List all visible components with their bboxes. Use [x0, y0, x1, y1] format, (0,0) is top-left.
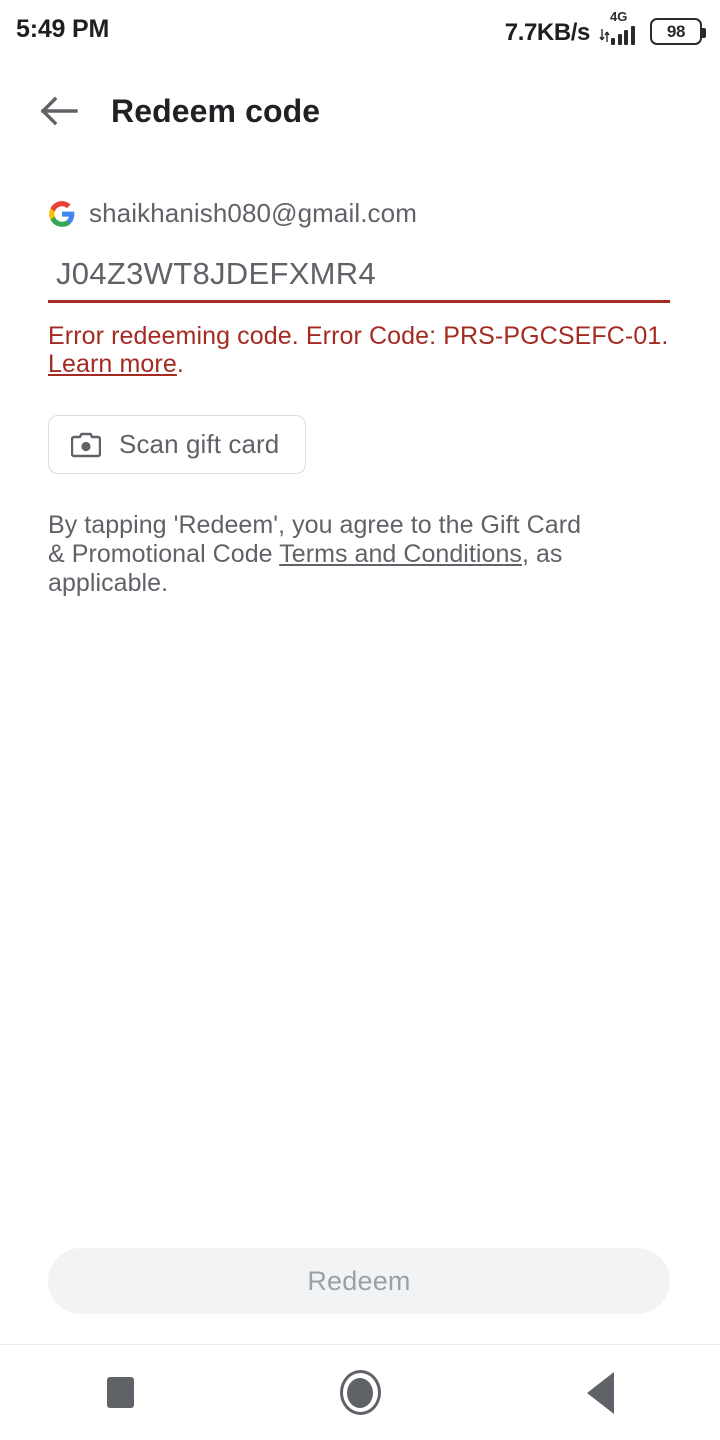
- square-recents-icon: [106, 1377, 134, 1408]
- terms-disclaimer: By tapping 'Redeem', you agree to the Gi…: [48, 511, 604, 598]
- scan-gift-card-label: Scan gift card: [119, 429, 280, 459]
- home-button[interactable]: [240, 1345, 480, 1440]
- status-icons: 7.7KB/s 4G 98: [504, 9, 706, 46]
- input-underline: [48, 300, 670, 303]
- error-trailing-period: .: [176, 350, 184, 378]
- redeem-code-field: [48, 256, 670, 303]
- signal-bars-icon: 4G: [599, 9, 641, 45]
- back-button[interactable]: [28, 80, 90, 142]
- network-speed: 7.7KB/s: [504, 19, 591, 46]
- scan-gift-card-button[interactable]: Scan gift card: [48, 415, 307, 474]
- battery-level-label: 98: [666, 22, 686, 41]
- page-title: Redeem code: [111, 92, 321, 129]
- recents-button[interactable]: [0, 1345, 240, 1440]
- app-screen: 5:49 PM 7.7KB/s 4G 98 Redeem code shaikh…: [0, 0, 720, 1440]
- redeem-code-input[interactable]: [48, 256, 670, 300]
- network-type-label: 4G: [610, 9, 628, 24]
- camera-icon: [71, 432, 101, 457]
- battery-icon: 98: [650, 18, 706, 45]
- learn-more-link[interactable]: Learn more: [48, 350, 177, 378]
- status-bar: 5:49 PM 7.7KB/s 4G 98: [0, 0, 720, 58]
- circle-home-icon: [339, 1370, 381, 1415]
- terms-and-conditions-link[interactable]: Terms and Conditions: [279, 540, 522, 568]
- account-email: shaikhanish080@gmail.com: [89, 198, 417, 228]
- signal-strength-bars: [611, 26, 635, 45]
- account-row: shaikhanish080@gmail.com: [48, 198, 417, 229]
- error-message-text: Error redeeming code. Error Code: PRS-PG…: [48, 322, 669, 350]
- system-nav-bar: [0, 1345, 720, 1440]
- google-g-icon: [49, 200, 75, 227]
- data-transfer-arrows-icon: [599, 29, 610, 42]
- error-message: Error redeeming code. Error Code: PRS-PG…: [48, 322, 688, 378]
- system-back-button[interactable]: [480, 1345, 720, 1440]
- back-arrow-icon: [40, 96, 78, 126]
- app-bar: Redeem code: [0, 80, 720, 142]
- triangle-back-icon: [586, 1371, 614, 1414]
- status-time: 5:49 PM: [16, 14, 110, 43]
- redeem-button[interactable]: Redeem: [48, 1248, 670, 1314]
